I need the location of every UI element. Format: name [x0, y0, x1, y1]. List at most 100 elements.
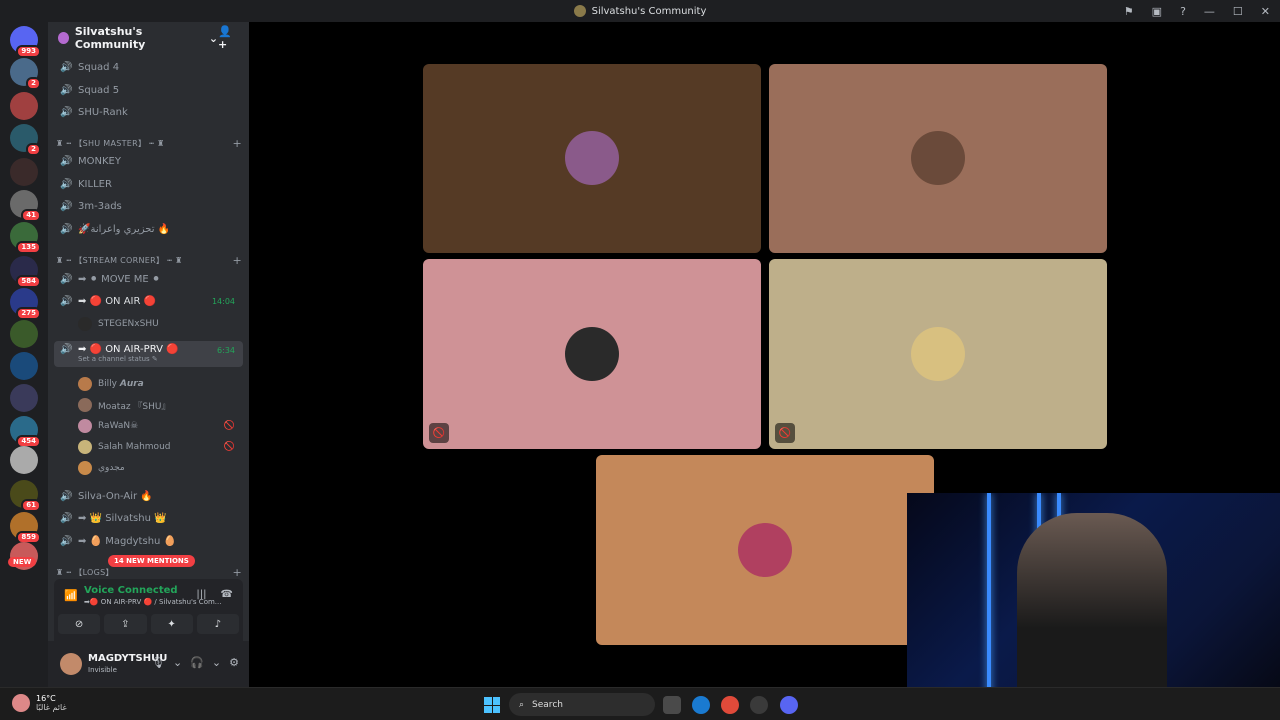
server-icon[interactable]	[10, 446, 38, 474]
participant-tile[interactable]	[596, 455, 934, 645]
disconnect-icon[interactable]: ☎	[221, 589, 233, 600]
channel-sidebar: Silvatshu's Community ⌄ 👤+ 🔊 Squad 4 🔊 Squ…	[48, 22, 249, 687]
voice-user[interactable]: Salah Mahmoud 🚫	[78, 437, 243, 457]
new-badge: NEW	[8, 557, 37, 567]
muted-icon: 🚫	[429, 423, 449, 443]
voice-user[interactable]: Billy 𝘼𝙪𝙧𝙖	[78, 374, 243, 394]
server-icon[interactable]	[10, 384, 38, 412]
signal-icon[interactable]: 📶	[64, 589, 78, 602]
chevron-down-icon[interactable]: ⌄	[212, 656, 221, 669]
mention-badge: 993	[16, 45, 41, 58]
microphone-icon[interactable]: 🎙	[151, 656, 165, 669]
avatar	[738, 523, 792, 577]
mention-badge: 61	[21, 499, 41, 512]
category-stream-corner[interactable]: ♜ ┅ 【STREAM CORNER】 ┅ ♜ +	[56, 253, 242, 267]
close-button[interactable]: ✕	[1261, 5, 1270, 18]
server-icon[interactable]: 2	[10, 58, 41, 90]
server-icon[interactable]: 454	[10, 416, 41, 448]
server-icon[interactable]	[10, 320, 38, 348]
channel-name: ➡ 🔴 ON AIR-PRV 🔴	[78, 344, 179, 355]
category-shu-master[interactable]: ♜ ┅ 【SHU MASTER】 ┅ ♜ +	[56, 136, 242, 150]
channel-timer: 14:04	[211, 296, 235, 306]
taskbar-search[interactable]: ⌕ Search	[509, 693, 655, 716]
windows-start-icon[interactable]	[484, 697, 500, 713]
server-icon[interactable]	[10, 158, 38, 186]
avatar[interactable]	[60, 653, 82, 675]
voice-channel[interactable]: 🔊 ➡ ⚫ MOVE ME ⚫	[54, 269, 243, 289]
activities-button[interactable]: ✦	[150, 614, 193, 634]
voice-user[interactable]: Moataz 『SHU』	[78, 395, 243, 415]
new-mentions-badge[interactable]: 14 NEW MENTIONS	[108, 555, 195, 567]
server-icon[interactable]: 2	[10, 124, 41, 156]
avatar	[78, 461, 92, 475]
user-name: مجدوي	[98, 463, 125, 473]
chrome-icon[interactable]	[721, 696, 739, 714]
channel-name: Silva-On-Air 🔥	[78, 490, 153, 502]
voice-channel[interactable]: 🔊 MONKEY	[54, 151, 243, 171]
channel-name: KILLER	[78, 178, 112, 190]
user-name: Salah Mahmoud	[98, 442, 171, 452]
gear-icon[interactable]: ⚙	[229, 656, 239, 669]
server-name: Silvatshu's Community	[74, 25, 146, 51]
voice-channel-on-air[interactable]: 🔊 ➡ 🔴 ON AIR 🔴 14:04	[54, 291, 243, 311]
server-icon[interactable]	[10, 352, 38, 380]
edge-icon[interactable]	[692, 696, 710, 714]
voice-channel[interactable]: 🔊 Silva-On-Air 🔥	[54, 486, 243, 506]
server-icon[interactable]: 993	[10, 26, 41, 58]
speaker-icon: 🔊	[60, 178, 73, 190]
participant-tile[interactable]: 🚫	[769, 259, 1107, 449]
server-header[interactable]: Silvatshu's Community ⌄ 👤+	[48, 22, 249, 54]
temperature: 16°C	[36, 694, 56, 703]
speaker-icon: 🔊	[60, 344, 73, 355]
add-channel-icon[interactable]: +	[232, 566, 242, 579]
voice-channel[interactable]: 🔊 ➡ 👑 Silvatshu 👑	[54, 508, 243, 528]
add-channel-icon[interactable]: +	[232, 137, 242, 150]
voice-user[interactable]: مجدوي	[78, 458, 243, 478]
server-icon[interactable]: 135	[10, 222, 41, 254]
channel-name: 🚀تحزيري واعرانة 🔥	[78, 223, 171, 235]
speaker-icon: 🔊	[60, 512, 73, 524]
voice-channel[interactable]: 🔊 SHU-Rank	[54, 102, 243, 122]
voice-channel[interactable]: 🔊 🚀تحزيري واعرانة 🔥	[54, 219, 243, 239]
discord-icon[interactable]	[780, 696, 798, 714]
help-icon[interactable]: ?	[1180, 5, 1186, 18]
camera-off-button[interactable]: ⊘	[58, 614, 101, 634]
server-icon[interactable]	[10, 92, 38, 120]
screen-share-icon[interactable]: ▣	[1152, 5, 1162, 18]
category-logs[interactable]: ♜ ┅ 【LOGS】 +	[56, 565, 242, 579]
invite-people-icon[interactable]: 👤+	[218, 25, 239, 51]
voice-status[interactable]: Voice Connected	[84, 585, 178, 596]
server-icon[interactable]: 41	[10, 190, 41, 222]
maximize-button[interactable]: ☐	[1233, 5, 1243, 18]
task-view-icon[interactable]	[663, 696, 681, 714]
voice-channel[interactable]: 🔊 KILLER	[54, 174, 243, 194]
headphones-icon[interactable]: 🎧	[190, 656, 204, 669]
screen-share-button[interactable]: ⇪	[104, 614, 147, 634]
voice-channel-on-air-prv[interactable]: 🔊 ➡ 🔴 ON AIR-PRV 🔴 6:34 Set a channel statu…	[54, 341, 243, 367]
weather-widget[interactable]: 16°C غائم غالبًا	[12, 694, 67, 712]
noise-suppression-icon[interactable]: |||	[196, 589, 206, 600]
server-icon[interactable]: 584	[10, 256, 41, 288]
neon-light	[987, 493, 991, 720]
participant-tile[interactable]	[769, 64, 1107, 253]
avatar	[78, 398, 92, 412]
server-icon[interactable]: 859	[10, 512, 41, 544]
channel-status[interactable]: Set a channel status ✎	[78, 355, 158, 363]
add-channel-icon[interactable]: +	[232, 254, 242, 267]
voice-user[interactable]: RaWaN☠ 🚫	[78, 416, 243, 436]
participant-tile[interactable]: 🚫	[423, 259, 761, 449]
voice-channel[interactable]: 🔊 Squad 5	[54, 80, 243, 100]
voice-channel[interactable]: 🔊 ➡ 🥚 Magdytshu 🥚	[54, 531, 243, 551]
voice-user[interactable]: STEGENxSHU	[78, 314, 243, 334]
channel-name: 3m-3ads	[78, 200, 122, 212]
server-icon[interactable]: 275	[10, 288, 41, 320]
minimize-button[interactable]: —	[1204, 5, 1215, 18]
server-icon[interactable]: 61	[10, 480, 41, 512]
inbox-icon[interactable]: ⚑	[1124, 5, 1134, 18]
chevron-down-icon[interactable]: ⌄	[173, 656, 182, 669]
soundboard-button[interactable]: ♪	[196, 614, 239, 634]
participant-tile[interactable]	[423, 64, 761, 253]
obs-icon[interactable]	[750, 696, 768, 714]
voice-channel[interactable]: 🔊 3m-3ads	[54, 196, 243, 216]
voice-channel[interactable]: 🔊 Squad 4	[54, 57, 243, 77]
